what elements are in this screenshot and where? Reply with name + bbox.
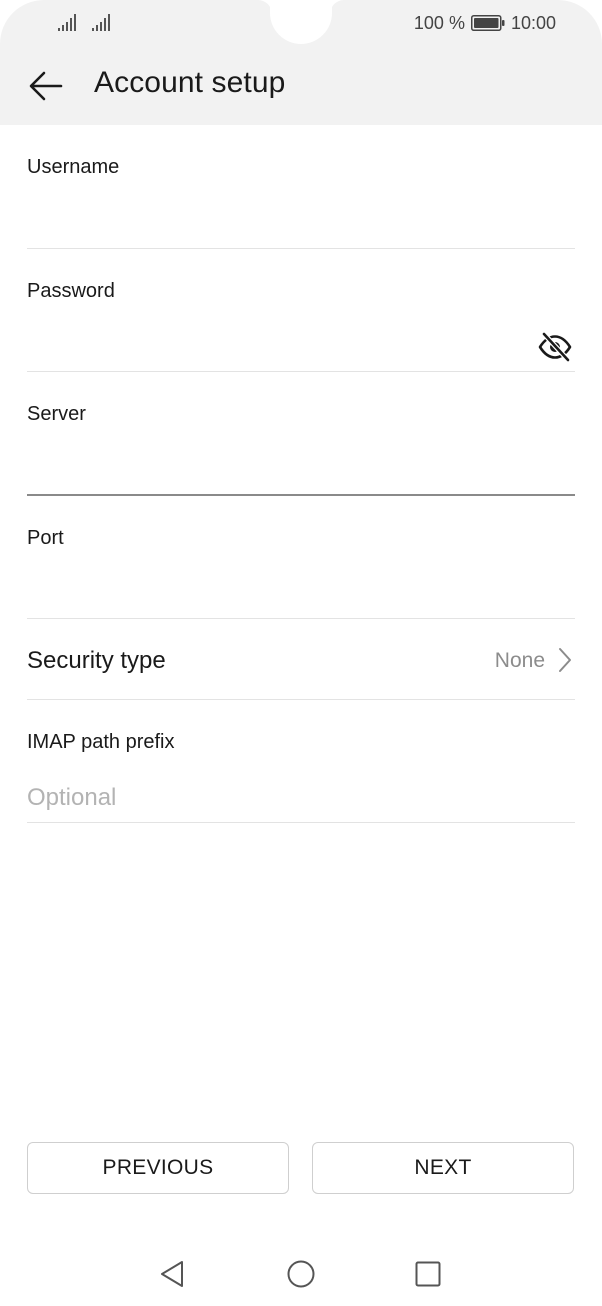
imap-prefix-divider [27,822,575,823]
system-navigation-bar [0,1240,602,1306]
arrow-left-icon [29,71,63,101]
signal-strength-icon [58,14,76,31]
circle-home-icon [287,1260,315,1288]
battery-percentage: 100 % [413,12,465,33]
chevron-right-icon [559,648,571,672]
imap-prefix-input[interactable] [27,781,575,815]
server-label: Server [27,403,86,425]
security-type-divider [27,699,575,700]
status-bar: 100 % 10:00 [0,0,602,46]
triangle-back-icon [161,1261,183,1287]
server-input[interactable] [27,451,575,485]
back-button[interactable] [22,64,70,108]
clock: 10:00 [510,12,556,33]
port-field-group: Port [27,527,575,620]
password-input[interactable] [27,328,527,362]
security-type-row[interactable]: Security type None [27,619,575,700]
port-input[interactable] [27,575,575,609]
phone-screen: 100 % 10:00 Account setup Username Passw… [0,0,602,1306]
username-divider [27,248,575,249]
server-divider-active [27,494,575,496]
previous-button[interactable]: PREVIOUS [27,1142,289,1194]
square-recents-icon [415,1261,441,1287]
battery-icon [470,15,505,31]
toolbar: Account setup [0,50,602,122]
imap-prefix-field-group: IMAP path prefix [27,731,575,824]
page-title: Account setup [94,66,286,99]
nav-recents-button[interactable] [408,1254,448,1294]
eye-off-icon [538,332,572,362]
server-field-group: Server [27,403,575,497]
nav-home-button[interactable] [281,1254,321,1294]
toggle-password-visibility-button[interactable] [535,330,575,364]
nav-back-button[interactable] [152,1254,192,1294]
app-header: 100 % 10:00 Account setup [0,0,602,125]
signal-strength-icon [92,14,110,31]
next-button[interactable]: NEXT [312,1142,574,1194]
port-label: Port [27,527,64,549]
password-field-group: Password [27,280,575,373]
status-right-group: 100 % 10:00 [414,12,556,34]
imap-prefix-label: IMAP path prefix [27,731,175,753]
password-divider [27,371,575,372]
username-label: Username [27,156,120,178]
username-input[interactable] [27,204,575,238]
username-field-group: Username [27,156,575,249]
security-type-label: Security type [27,647,166,674]
password-label: Password [27,280,115,302]
security-type-value: None [494,649,545,672]
